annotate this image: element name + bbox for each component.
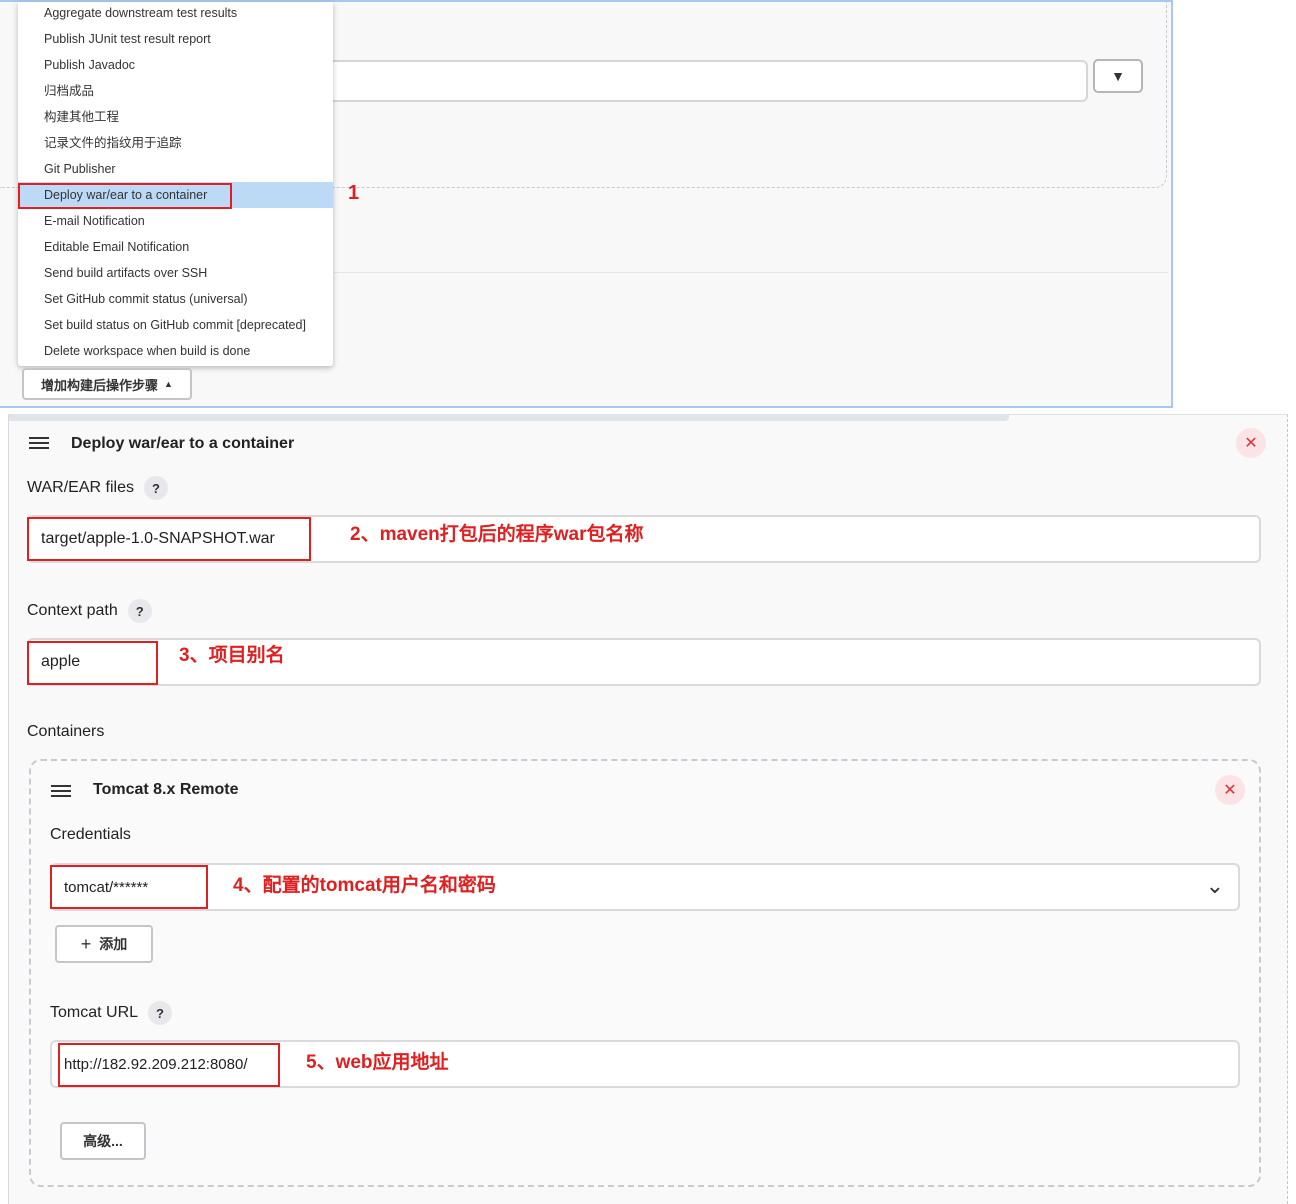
annotation-highlight-box [58, 1043, 280, 1087]
tomcat-url-label: Tomcat URL ? [50, 1001, 173, 1025]
menu-item-aggregate-test-results[interactable]: Aggregate downstream test results [18, 0, 333, 26]
caret-up-icon: ▲ [164, 379, 173, 389]
annotation-highlight-box [50, 865, 208, 909]
annotation-highlight-box [18, 183, 232, 209]
divider [334, 272, 1168, 273]
dropdown-arrow-button[interactable]: ▼ [1093, 59, 1143, 93]
plus-icon: + [80, 933, 92, 954]
add-credentials-label: 添加 [99, 936, 128, 952]
add-credentials-button[interactable]: + 添加 [55, 925, 153, 963]
drag-handle-icon[interactable] [29, 437, 49, 451]
annotation-highlight-box [27, 641, 158, 685]
menu-item-git-publisher[interactable]: Git Publisher [18, 156, 333, 182]
help-icon[interactable]: ? [143, 476, 168, 500]
menu-item-archive-artifacts[interactable]: 归档成品 [18, 78, 333, 104]
drag-handle-icon[interactable] [51, 785, 71, 799]
context-path-label: Context path ? [27, 599, 152, 623]
annotation-step-4: 4、配置的tomcat用户名和密码 [233, 875, 496, 896]
background-select-field[interactable] [320, 60, 1088, 102]
containers-label: Containers [27, 723, 105, 740]
deploy-config-panel: Deploy war/ear to a container ✕ WAR/EAR … [0, 408, 1296, 1204]
menu-item-send-artifacts-ssh[interactable]: Send build artifacts over SSH [18, 260, 333, 286]
advanced-label: 高级... [83, 1133, 123, 1149]
advanced-button[interactable]: 高级... [60, 1122, 146, 1160]
menu-item-email-notification[interactable]: E-mail Notification [18, 208, 333, 234]
section-title: Deploy war/ear to a container [71, 435, 295, 452]
section-top-strip [9, 415, 1009, 421]
post-build-config-panel: ▼ Aggregate downstream test results Publ… [0, 0, 1173, 408]
close-icon[interactable]: ✕ [1236, 428, 1266, 458]
war-files-label: WAR/EAR files ? [27, 476, 168, 500]
container-item-box: Tomcat 8.x Remote ✕ Credentials tomcat/*… [29, 759, 1261, 1187]
deploy-section-frame: Deploy war/ear to a container ✕ WAR/EAR … [8, 414, 1288, 1204]
help-icon[interactable]: ? [127, 599, 152, 623]
close-icon[interactable]: ✕ [1215, 775, 1245, 805]
menu-item-github-build-status-deprecated[interactable]: Set build status on GitHub commit [depre… [18, 312, 333, 338]
menu-item-delete-workspace[interactable]: Delete workspace when build is done [18, 338, 333, 364]
help-icon[interactable]: ? [148, 1001, 173, 1025]
menu-item-publish-javadoc[interactable]: Publish Javadoc [18, 52, 333, 78]
chevron-down-icon: ⌄ [1205, 873, 1224, 898]
annotation-step-3: 3、项目别名 [179, 645, 285, 666]
annotation-step-5: 5、web应用地址 [306, 1052, 449, 1073]
menu-item-github-commit-status[interactable]: Set GitHub commit status (universal) [18, 286, 333, 312]
credentials-select[interactable]: tomcat/****** ⌄ [50, 863, 1240, 911]
annotation-highlight-box [27, 517, 311, 561]
dropdown-arrow-icon: ▼ [1111, 68, 1125, 84]
menu-item-publish-junit[interactable]: Publish JUnit test result report [18, 26, 333, 52]
add-post-build-label: 增加构建后操作步骤 [41, 377, 159, 393]
credentials-label: Credentials [50, 826, 131, 843]
menu-item-record-fingerprints[interactable]: 记录文件的指纹用于追踪 [18, 130, 333, 156]
annotation-step-1: 1 [348, 182, 360, 204]
menu-item-editable-email[interactable]: Editable Email Notification [18, 234, 333, 260]
annotation-step-2: 2、maven打包后的程序war包名称 [350, 524, 644, 545]
container-title: Tomcat 8.x Remote [93, 781, 239, 798]
menu-item-build-other-projects[interactable]: 构建其他工程 [18, 104, 333, 130]
add-post-build-step-button[interactable]: 增加构建后操作步骤 ▲ [22, 368, 192, 400]
